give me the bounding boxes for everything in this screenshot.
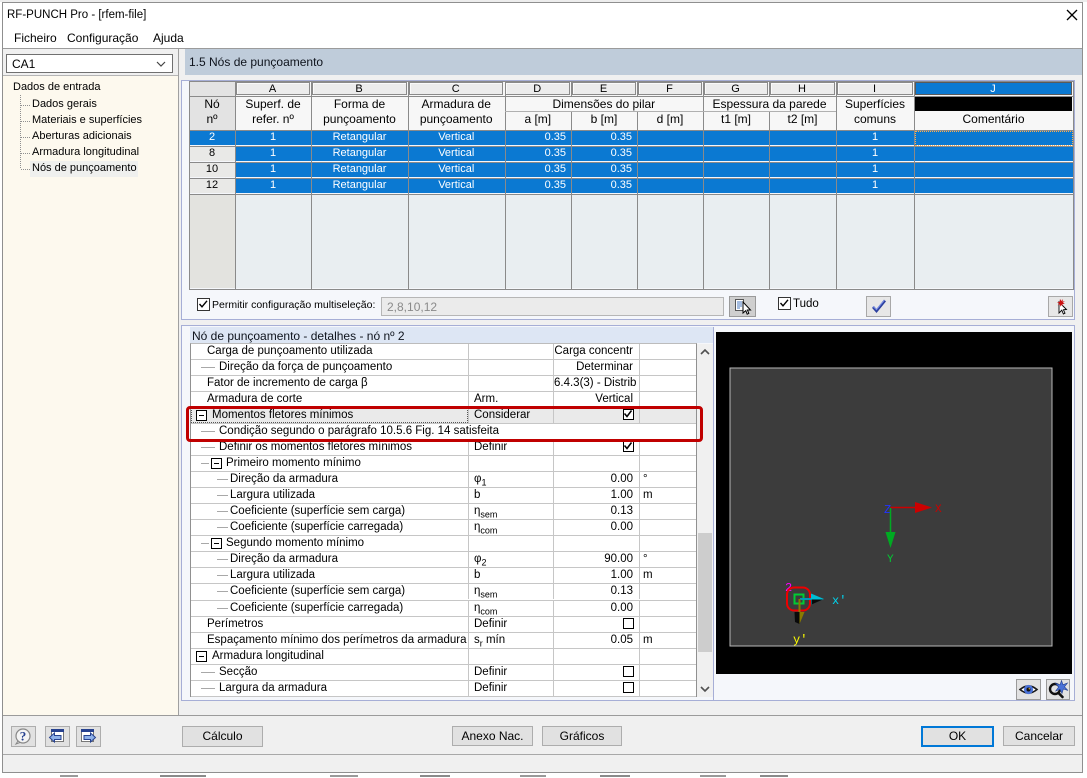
svg-text:y': y' bbox=[793, 633, 807, 647]
svg-text:Y: Y bbox=[887, 554, 894, 566]
svg-text:?: ? bbox=[20, 729, 27, 744]
svg-text:x': x' bbox=[832, 594, 846, 608]
svg-text:X: X bbox=[935, 504, 942, 516]
